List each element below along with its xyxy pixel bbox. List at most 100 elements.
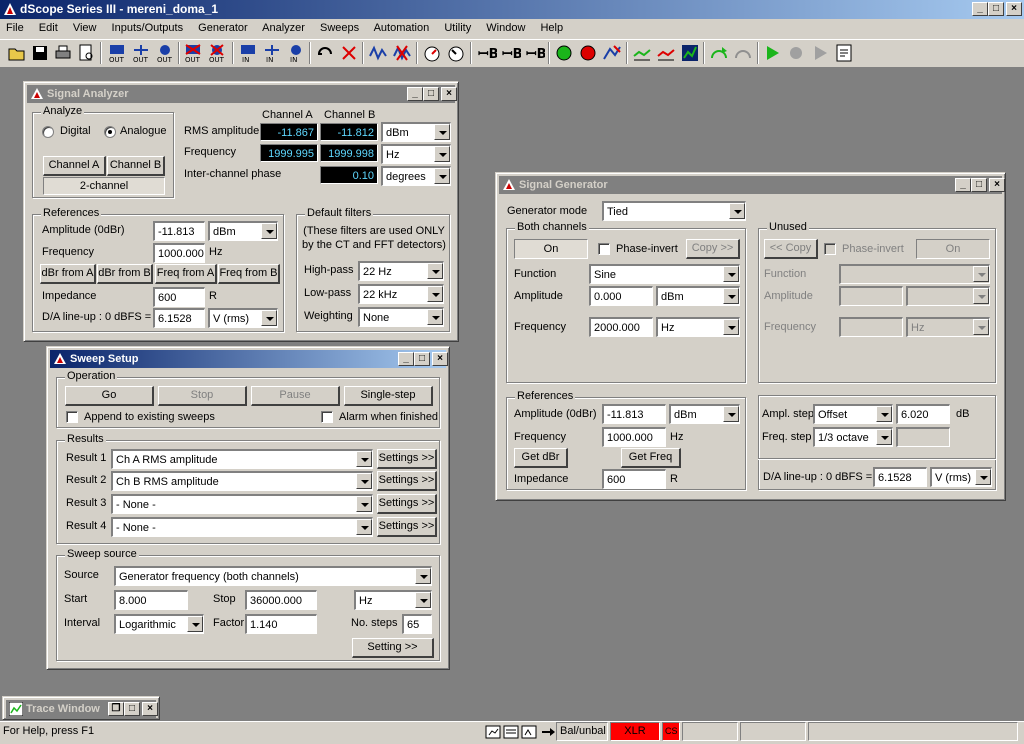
output-2-icon[interactable]: OUT (130, 42, 152, 64)
result-2-select[interactable]: Ch B RMS amplitude (111, 471, 373, 491)
trace-close-button[interactable]: × (142, 702, 158, 716)
menu-sweeps[interactable]: Sweeps (320, 22, 359, 34)
run-green-icon[interactable] (553, 42, 575, 64)
on-button[interactable]: On (514, 239, 588, 259)
ampl-0dbr-field[interactable]: -11.813 (153, 221, 205, 241)
menu-file[interactable]: File (6, 22, 24, 34)
analyzer-close-button[interactable]: × (441, 87, 457, 101)
loop-icon[interactable] (314, 42, 336, 64)
meter-1-icon[interactable] (421, 42, 443, 64)
stop-button[interactable]: Stop (158, 386, 247, 406)
gen-impedance-field[interactable]: 600 (602, 469, 666, 489)
input-1-icon[interactable]: IN (237, 42, 259, 64)
script-run-icon[interactable] (708, 42, 730, 64)
gen-ref-amp-field[interactable]: -11.813 (602, 404, 666, 424)
result-1-settings-button[interactable]: Settings >> (377, 449, 437, 469)
sweep-setup-titlebar[interactable]: Sweep Setup _ □ × (50, 350, 448, 368)
result-3-select[interactable]: - None - (111, 494, 373, 514)
trace-maximize-button[interactable]: □ (124, 702, 140, 716)
channel-b-button[interactable]: Channel B (107, 156, 165, 176)
gen-da-unit-select[interactable]: V (rms) (930, 467, 992, 487)
menu-generator[interactable]: Generator (198, 22, 248, 34)
freq-step-select[interactable]: 1/3 octave (813, 427, 893, 447)
disconnect-icon[interactable] (338, 42, 360, 64)
single-step-button[interactable]: Single-step (344, 386, 433, 406)
analogue-radio[interactable] (104, 126, 116, 138)
frequency-field[interactable]: 2000.000 (589, 317, 653, 337)
phase-invert-checkbox[interactable] (598, 243, 610, 255)
stop-disabled-icon[interactable] (785, 42, 807, 64)
result-3-settings-button[interactable]: Settings >> (377, 494, 437, 514)
function-select[interactable]: Sine (589, 264, 740, 284)
sweep-maximize-button[interactable]: □ (414, 352, 430, 366)
gen-da-lineup-field[interactable]: 6.1528 (873, 467, 927, 487)
dbr-from-b-button[interactable]: dBr from B (97, 264, 153, 284)
phase-unit-select[interactable]: degrees (381, 166, 451, 186)
rms-unit-select[interactable]: dBm (381, 122, 451, 142)
result-1-select[interactable]: Ch A RMS amplitude (111, 449, 373, 469)
channel-a-button[interactable]: Channel A (43, 156, 106, 176)
ampl-unit-select[interactable]: dBm (208, 221, 278, 241)
factor-field[interactable]: 1.140 (245, 614, 317, 634)
stop-field[interactable]: 36000.000 (245, 590, 317, 610)
da-unit-select[interactable]: V (rms) (208, 308, 278, 328)
app-maximize-button[interactable]: □ (988, 2, 1004, 16)
result-4-settings-button[interactable]: Settings >> (377, 517, 437, 537)
menu-analyzer[interactable]: Analyzer (262, 22, 305, 34)
graph-2-icon[interactable] (655, 42, 677, 64)
menu-inputs-outputs[interactable]: Inputs/Outputs (112, 22, 184, 34)
start-field[interactable]: 8.000 (114, 590, 188, 610)
menu-window[interactable]: Window (486, 22, 525, 34)
impedance-field[interactable]: 600 (153, 287, 205, 307)
sweep-unit-select[interactable]: Hz (354, 590, 432, 610)
interval-select[interactable]: Logarithmic (114, 614, 204, 634)
amplitude-unit-select[interactable]: dBm (656, 286, 740, 306)
play-icon[interactable] (761, 42, 783, 64)
get-dbr-button[interactable]: Get dBr (514, 448, 568, 468)
generator-mode-select[interactable]: Tied (602, 201, 746, 221)
go-button[interactable]: Go (65, 386, 154, 406)
generator-maximize-button[interactable]: □ (971, 178, 987, 192)
ampl-step-mode-select[interactable]: Offset (813, 404, 893, 424)
app-minimize-button[interactable]: _ (972, 2, 988, 16)
script-disabled-icon[interactable] (732, 42, 754, 64)
menu-utility[interactable]: Utility (444, 22, 471, 34)
analyzer-maximize-button[interactable]: □ (423, 87, 439, 101)
result-4-select[interactable]: - None - (111, 517, 373, 537)
menu-edit[interactable]: Edit (39, 22, 58, 34)
freq-unit-select[interactable]: Hz (381, 144, 451, 164)
analyzer-minimize-button[interactable]: _ (407, 87, 423, 101)
two-channel-button[interactable]: 2-channel (43, 177, 165, 195)
signal-analyzer-titlebar[interactable]: Signal Analyzer _ □ × (27, 85, 457, 103)
get-freq-button[interactable]: Get Freq (621, 448, 681, 468)
output-mute-1-icon[interactable]: OUT (182, 42, 204, 64)
sweep-settings-button[interactable]: Setting >> (352, 638, 434, 658)
menu-help[interactable]: Help (540, 22, 563, 34)
copy-forward-button[interactable]: Copy >> (686, 239, 740, 259)
freq-from-a-button[interactable]: Freq from A (155, 264, 217, 284)
unused-frequency-unit-select[interactable]: Hz (906, 317, 990, 337)
analyzer-wave-icon[interactable] (367, 42, 389, 64)
channel-ab-1-icon[interactable]: ꟷB (475, 42, 499, 64)
gen-ref-amp-unit-select[interactable]: dBm (669, 404, 740, 424)
output-mute-2-icon[interactable]: OUT (206, 42, 228, 64)
graph-window-icon[interactable] (679, 42, 701, 64)
step-disabled-icon[interactable] (809, 42, 831, 64)
app-close-button[interactable]: × (1006, 2, 1022, 16)
channel-ab-3-icon[interactable]: ꟷB (523, 42, 547, 64)
ref-freq-field[interactable]: 1000.000 (153, 243, 205, 263)
trace-restore-button[interactable]: ❐ (108, 702, 124, 716)
gen-ref-freq-field[interactable]: 1000.000 (602, 427, 666, 447)
menu-automation[interactable]: Automation (374, 22, 430, 34)
ampl-step-field[interactable]: 6.020 (896, 404, 950, 424)
unused-phase-invert-checkbox[interactable] (824, 243, 836, 255)
trace-window-minimized[interactable]: Trace Window ❐ □ × (2, 696, 160, 720)
source-select[interactable]: Generator frequency (both channels) (114, 566, 432, 586)
low-pass-select[interactable]: 22 kHz (358, 284, 444, 304)
open-icon[interactable] (6, 42, 28, 64)
append-checkbox[interactable] (66, 411, 78, 423)
report-icon[interactable] (833, 42, 855, 64)
meter-2-icon[interactable] (445, 42, 467, 64)
da-lineup-field[interactable]: 6.1528 (153, 308, 205, 328)
output-3-icon[interactable]: OUT (154, 42, 176, 64)
